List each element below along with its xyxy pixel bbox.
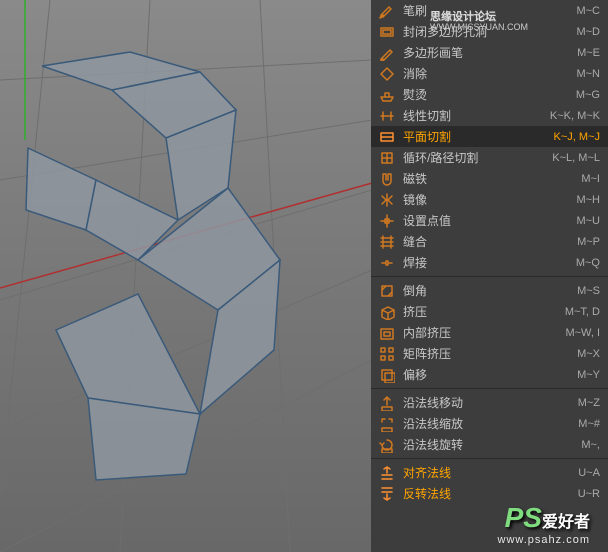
menu-item-shortcut: M~# xyxy=(578,418,600,430)
menu-item-offset[interactable]: 偏移M~Y xyxy=(371,364,608,385)
menu-item-label: 镜像 xyxy=(403,191,576,208)
menu-item-label: 平面切割 xyxy=(403,128,554,145)
menu-separator xyxy=(371,388,608,389)
menu-separator xyxy=(371,458,608,459)
menu-item-label: 沿法线缩放 xyxy=(403,415,578,432)
iron-icon xyxy=(377,87,397,103)
menu-item-label: 反转法线 xyxy=(403,485,578,502)
menu-item-bevel[interactable]: 倒角M~S xyxy=(371,280,608,301)
menu-item-label: 笔刷 xyxy=(403,2,576,19)
menu-item-extrude[interactable]: 挤压M~T, D xyxy=(371,301,608,322)
menu-item-shortcut: M~T, D xyxy=(565,306,600,318)
extrude-icon xyxy=(377,304,397,320)
menu-item-shortcut: K~K, M~K xyxy=(550,110,600,122)
plane-cut-icon xyxy=(377,129,397,145)
menu-item-shortcut: M~Z xyxy=(578,397,600,409)
set-point-icon xyxy=(377,213,397,229)
menu-item-label: 对齐法线 xyxy=(403,464,578,481)
matrix-extrude-icon xyxy=(377,346,397,362)
normal-move-icon xyxy=(377,395,397,411)
align-normal-icon xyxy=(377,465,397,481)
menu-item-shortcut: M~D xyxy=(576,26,600,38)
menu-item-label: 焊接 xyxy=(403,254,576,271)
menu-item-label: 熨烫 xyxy=(403,86,576,103)
menu-item-align-normal[interactable]: 对齐法线U~A xyxy=(371,462,608,483)
menu-item-matrix-extrude[interactable]: 矩阵挤压M~X xyxy=(371,343,608,364)
menu-item-plane-cut[interactable]: 平面切割K~J, M~J xyxy=(371,126,608,147)
menu-item-normal-move[interactable]: 沿法线移动M~Z xyxy=(371,392,608,413)
menu-item-shortcut: U~R xyxy=(578,488,600,500)
menu-item-poly-pen[interactable]: 多边形画笔M~E xyxy=(371,42,608,63)
loop-cut-icon xyxy=(377,150,397,166)
menu-item-reverse-normal[interactable]: 反转法线U~R xyxy=(371,483,608,504)
menu-item-shortcut: M~U xyxy=(576,215,600,227)
menu-item-label: 设置点值 xyxy=(403,212,576,229)
menu-item-label: 消除 xyxy=(403,65,576,82)
inner-extrude-icon xyxy=(377,325,397,341)
weld-icon xyxy=(377,255,397,271)
menu-item-normal-rotate[interactable]: 沿法线旋转M~, xyxy=(371,434,608,455)
menu-item-shortcut: M~Y xyxy=(577,369,600,381)
menu-item-label: 挤压 xyxy=(403,303,565,320)
menu-item-iron[interactable]: 熨烫M~G xyxy=(371,84,608,105)
menu-item-magnet[interactable]: 磁铁M~I xyxy=(371,168,608,189)
menu-item-shortcut: M~I xyxy=(581,173,600,185)
menu-item-shortcut: M~S xyxy=(577,285,600,297)
stitch-icon xyxy=(377,234,397,250)
menu-item-inner-extrude[interactable]: 内部挤压M~W, I xyxy=(371,322,608,343)
menu-item-label: 沿法线移动 xyxy=(403,394,578,411)
menu-item-label: 偏移 xyxy=(403,366,577,383)
menu-item-label: 多边形画笔 xyxy=(403,44,577,61)
normal-rotate-icon xyxy=(377,437,397,453)
menu-item-loop-cut[interactable]: 循环/路径切割K~L, M~L xyxy=(371,147,608,168)
menu-item-label: 磁铁 xyxy=(403,170,581,187)
menu-item-line-cut[interactable]: 线性切割K~K, M~K xyxy=(371,105,608,126)
magnet-icon xyxy=(377,171,397,187)
menu-item-dissolve[interactable]: 消除M~N xyxy=(371,63,608,84)
menu-item-shortcut: M~H xyxy=(576,194,600,206)
dissolve-icon xyxy=(377,66,397,82)
menu-separator xyxy=(371,276,608,277)
menu-item-normal-scale[interactable]: 沿法线缩放M~# xyxy=(371,413,608,434)
mirror-icon xyxy=(377,192,397,208)
menu-item-label: 内部挤压 xyxy=(403,324,565,341)
menu-item-shortcut: M~G xyxy=(576,89,600,101)
brush-icon xyxy=(377,3,397,19)
menu-item-close-holes[interactable]: 封闭多边形孔洞M~D xyxy=(371,21,608,42)
menu-item-shortcut: K~L, M~L xyxy=(552,152,600,164)
bevel-icon xyxy=(377,283,397,299)
poly-pen-icon xyxy=(377,45,397,61)
menu-item-mirror[interactable]: 镜像M~H xyxy=(371,189,608,210)
menu-item-shortcut: M~W, I xyxy=(565,327,600,339)
reverse-normal-icon xyxy=(377,486,397,502)
menu-item-label: 缝合 xyxy=(403,233,577,250)
menu-item-shortcut: K~J, M~J xyxy=(554,131,600,143)
menu-item-weld[interactable]: 焊接M~Q xyxy=(371,252,608,273)
menu-item-shortcut: M~P xyxy=(577,236,600,248)
menu-item-label: 封闭多边形孔洞 xyxy=(403,23,576,40)
menu-item-shortcut: M~C xyxy=(576,5,600,17)
menu-item-shortcut: U~A xyxy=(578,467,600,479)
normal-scale-icon xyxy=(377,416,397,432)
menu-item-label: 循环/路径切割 xyxy=(403,149,552,166)
menu-item-set-point[interactable]: 设置点值M~U xyxy=(371,210,608,231)
menu-item-shortcut: M~E xyxy=(577,47,600,59)
menu-item-shortcut: M~N xyxy=(576,68,600,80)
menu-item-shortcut: M~X xyxy=(577,348,600,360)
close-holes-icon xyxy=(377,24,397,40)
offset-icon xyxy=(377,367,397,383)
menu-item-shortcut: M~Q xyxy=(576,257,600,269)
context-menu[interactable]: 笔刷M~C封闭多边形孔洞M~D多边形画笔M~E消除M~N熨烫M~G线性切割K~K… xyxy=(371,0,608,552)
menu-item-stitch[interactable]: 缝合M~P xyxy=(371,231,608,252)
line-cut-icon xyxy=(377,108,397,124)
menu-item-shortcut: M~, xyxy=(581,439,600,451)
menu-item-label: 沿法线旋转 xyxy=(403,436,581,453)
menu-item-brush[interactable]: 笔刷M~C xyxy=(371,0,608,21)
menu-item-label: 倒角 xyxy=(403,282,577,299)
menu-item-label: 矩阵挤压 xyxy=(403,345,577,362)
menu-item-label: 线性切割 xyxy=(403,107,550,124)
